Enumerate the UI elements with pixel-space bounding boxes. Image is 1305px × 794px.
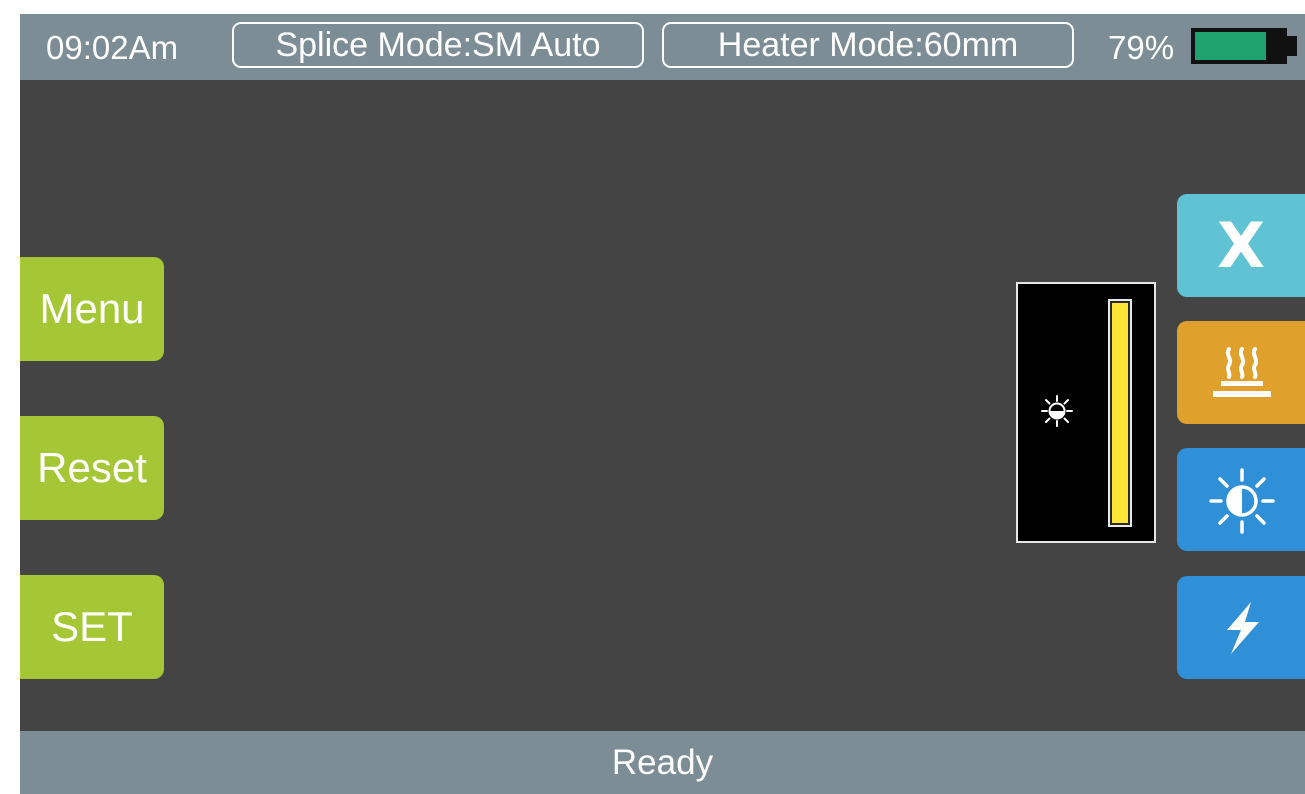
battery-icon	[1191, 28, 1287, 64]
brightness-track[interactable]	[1108, 299, 1132, 527]
battery-terminal	[1287, 36, 1297, 56]
brightness-slider-panel[interactable]	[1016, 282, 1156, 543]
menu-button[interactable]: Menu	[20, 257, 164, 361]
close-icon: X	[1217, 209, 1265, 282]
status-footer: Ready	[20, 731, 1305, 794]
arc-button[interactable]	[1177, 576, 1305, 679]
heater-button[interactable]	[1177, 321, 1305, 424]
reset-button[interactable]: Reset	[20, 416, 164, 520]
heater-icon	[1213, 347, 1271, 397]
brightness-level-fill	[1112, 303, 1128, 523]
splicer-screen: 09:02Am Splice Mode:SM Auto Heater Mode:…	[20, 14, 1305, 794]
close-button[interactable]: X	[1177, 194, 1305, 297]
brightness-button[interactable]	[1177, 448, 1305, 551]
status-bar: 09:02Am Splice Mode:SM Auto Heater Mode:…	[20, 14, 1305, 80]
lightning-icon	[1227, 602, 1259, 654]
status-text: Ready	[611, 743, 714, 782]
splice-mode-badge[interactable]: Splice Mode:SM Auto	[232, 22, 644, 68]
set-button[interactable]: SET	[20, 575, 164, 679]
battery-level-fill	[1195, 32, 1266, 60]
clock-time: 09:02Am	[46, 29, 179, 66]
brightness-half-icon	[1041, 395, 1073, 427]
heater-mode-badge[interactable]: Heater Mode:60mm	[662, 22, 1074, 68]
battery-percent: 79%	[1108, 29, 1175, 66]
brightness-icon	[1209, 468, 1275, 534]
